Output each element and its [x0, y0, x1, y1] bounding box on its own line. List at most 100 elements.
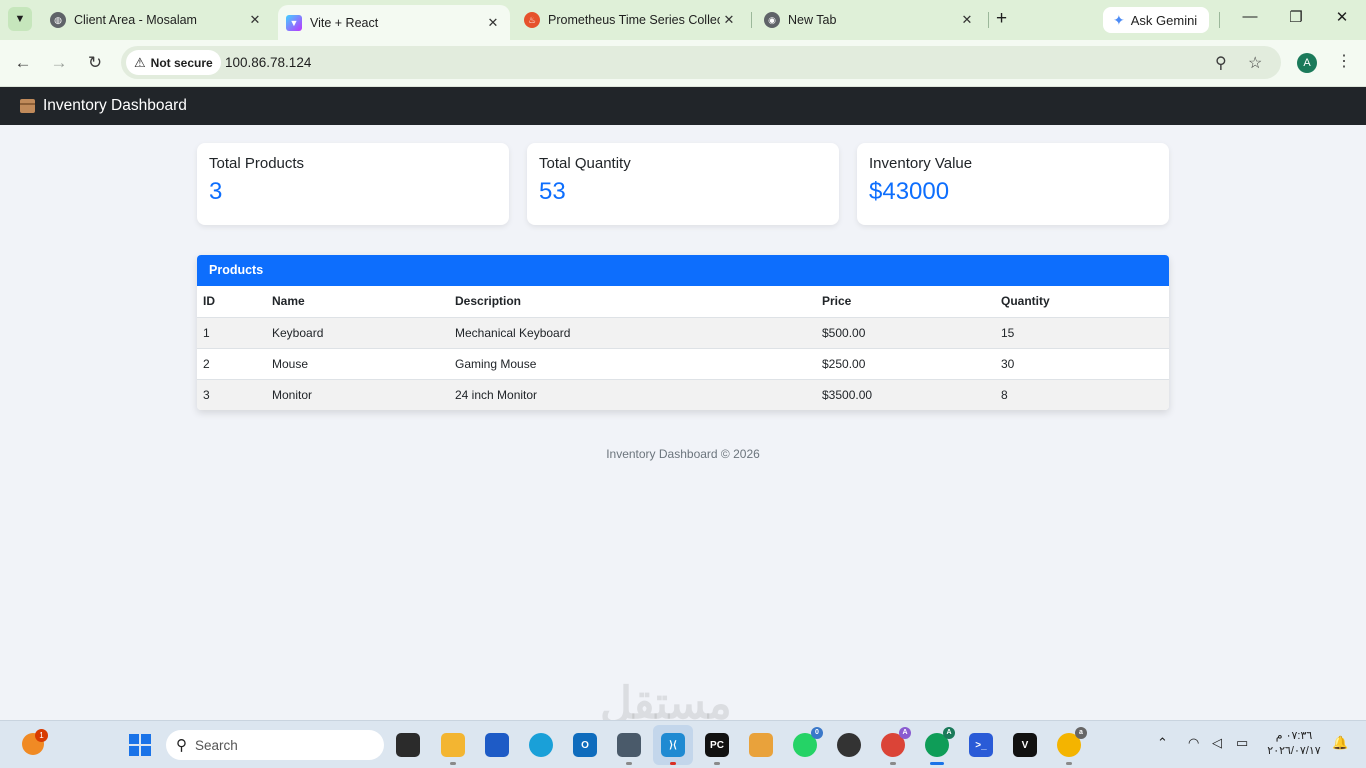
notification-badge: 1: [35, 729, 48, 742]
tab-title: Vite + React: [310, 15, 379, 30]
tab-title: Client Area - Mosalam: [74, 13, 197, 27]
tab-search-button[interactable]: ▼: [8, 7, 32, 31]
zoom-icon[interactable]: ⚲: [1215, 53, 1227, 73]
stat-label: Total Products: [209, 155, 305, 172]
vscode-icon[interactable]: ⟩⟨: [661, 733, 685, 765]
table-row: 1 Keyboard Mechanical Keyboard $500.00 1…: [197, 317, 1169, 349]
reload-icon[interactable]: ↻: [84, 52, 106, 74]
edge-browser-icon[interactable]: [529, 733, 553, 757]
url-text[interactable]: 100.86.78.124: [225, 55, 311, 70]
cell-name: Mouse: [266, 348, 449, 380]
stat-value: $43000: [869, 178, 950, 205]
stat-label: Inventory Value: [869, 155, 973, 172]
stat-value: 53: [539, 178, 566, 205]
stat-card-total-products: Total Products 3: [197, 143, 509, 225]
chevron-down-icon: ▼: [14, 13, 26, 25]
column-header-description: Description: [449, 286, 816, 318]
app-brand[interactable]: Inventory Dashboard: [43, 97, 187, 115]
chrome-profile-icon[interactable]: A: [925, 727, 955, 765]
close-icon[interactable]: ✕: [484, 15, 502, 31]
powershell-icon[interactable]: >_: [969, 733, 993, 757]
system-clock[interactable]: ٠٧:٣٦ م ٢٠٢٦/٠٧/١٧: [1262, 729, 1326, 759]
cell-price: $3500.00: [822, 387, 873, 402]
app-navbar: Inventory Dashboard: [0, 87, 1366, 125]
stat-card-inventory-value: Inventory Value $43000: [857, 143, 1169, 225]
tab-client-area[interactable]: ◍ Client Area - Mosalam ✕: [40, 0, 274, 40]
tab-title: Prometheus Time Series Collect: [548, 13, 720, 27]
profile-avatar[interactable]: A: [1297, 53, 1317, 73]
warning-triangle-icon: ⚠: [134, 54, 146, 70]
outlook-icon[interactable]: O: [573, 733, 597, 757]
new-tab-button[interactable]: +: [996, 9, 1007, 29]
close-icon[interactable]: ✕: [958, 12, 976, 28]
stat-label: Total Quantity: [539, 155, 631, 172]
tab-separator: [1219, 12, 1220, 28]
chrome-profile-icon[interactable]: A: [881, 727, 911, 765]
products-table: ID Name Description Price Quantity 1 Key…: [197, 286, 1169, 410]
wifi-icon[interactable]: ◠: [1188, 735, 1199, 751]
close-icon[interactable]: ✕: [246, 12, 264, 28]
search-icon: ⚲: [176, 737, 187, 754]
volume-icon[interactable]: ◁: [1212, 735, 1222, 751]
column-header-price: Price: [816, 286, 995, 318]
page-footer: Inventory Dashboard © 2026: [606, 447, 760, 461]
cell-name: Keyboard: [266, 317, 449, 349]
chrome-icon: ◉: [764, 12, 780, 28]
battery-icon[interactable]: ▭: [1236, 735, 1248, 751]
products-header: Products: [197, 255, 1169, 286]
cell-description: Gaming Mouse: [449, 348, 816, 380]
forward-arrow-icon[interactable]: →: [48, 52, 70, 74]
snipping-tool-icon[interactable]: [617, 733, 641, 765]
cell-quantity: 30: [995, 348, 1169, 380]
taskbar: 1 ⚲ Search O ⟩⟨ PC 0 A A >_ V a ⌃ ◠ ◁ ▭ …: [0, 720, 1366, 768]
cell-quantity: 8: [1001, 387, 1008, 402]
tab-vite-react[interactable]: ▼ Vite + React ✕: [278, 5, 510, 40]
cell-id: 1: [197, 317, 266, 349]
package-icon: [20, 99, 35, 113]
window-close-icon[interactable]: ✕: [1332, 8, 1352, 26]
whatsapp-icon[interactable]: 0: [793, 727, 823, 757]
tab-title: New Tab: [788, 13, 837, 27]
pycharm-icon[interactable]: PC: [705, 733, 729, 765]
tab-new-tab[interactable]: ◉ New Tab ✕: [754, 0, 986, 40]
tab-separator: [751, 12, 752, 28]
profile-badge: A: [899, 727, 911, 739]
notification-badge: 0: [811, 727, 823, 739]
products-panel: Products ID Name Description Price Quant…: [197, 255, 1169, 410]
vite-icon: ▼: [286, 14, 302, 31]
address-bar[interactable]: ⚠ Not secure 100.86.78.124 ⚲ ☆: [121, 46, 1281, 79]
git-client-icon[interactable]: [749, 733, 773, 757]
back-arrow-icon[interactable]: ←: [12, 52, 34, 74]
search-placeholder: Search: [195, 737, 238, 753]
tray-chevron-icon[interactable]: ⌃: [1157, 735, 1168, 751]
start-menu-icon[interactable]: [129, 734, 151, 756]
weather-widget-icon[interactable]: 1: [22, 729, 48, 755]
notification-bell-icon[interactable]: 🔔: [1332, 735, 1348, 751]
ask-gemini-button[interactable]: ✦ Ask Gemini: [1103, 7, 1210, 33]
browser-toolbar: ← → ↻ ⚠ Not secure 100.86.78.124 ⚲ ☆ A ⋮: [0, 40, 1366, 87]
stat-value: 3: [209, 178, 223, 205]
table-header-row: ID Name Description Price Quantity: [197, 286, 1169, 318]
taskbar-search-box[interactable]: ⚲ Search: [166, 730, 384, 760]
cell-id: 3: [203, 387, 210, 402]
tab-prometheus[interactable]: ♨ Prometheus Time Series Collect ✕: [514, 0, 748, 40]
more-menu-icon[interactable]: ⋮: [1336, 51, 1352, 71]
table-row: 2 Mouse Gaming Mouse $250.00 30: [197, 348, 1169, 380]
vim-editor-icon[interactable]: V: [1013, 733, 1037, 757]
minimize-icon[interactable]: —: [1240, 8, 1260, 25]
microsoft-store-icon[interactable]: [485, 733, 509, 757]
security-chip[interactable]: ⚠ Not secure: [126, 50, 221, 75]
clock-date: ٢٠٢٦/٠٧/١٧: [1267, 745, 1321, 757]
task-view-icon[interactable]: [396, 733, 420, 757]
cell-price: $500.00: [816, 317, 995, 349]
gemini-sparkle-icon: ✦: [1113, 11, 1125, 28]
restore-icon[interactable]: ❐: [1286, 8, 1306, 26]
profile-badge: A: [943, 727, 955, 739]
ask-gemini-label: Ask Gemini: [1130, 12, 1198, 28]
chrome-profile-icon[interactable]: a: [1057, 727, 1087, 765]
prometheus-icon: ♨: [524, 12, 540, 28]
obs-studio-icon[interactable]: [837, 733, 861, 757]
close-icon[interactable]: ✕: [720, 12, 738, 28]
bookmark-star-icon[interactable]: ☆: [1248, 53, 1262, 73]
file-explorer-icon[interactable]: [441, 733, 465, 765]
